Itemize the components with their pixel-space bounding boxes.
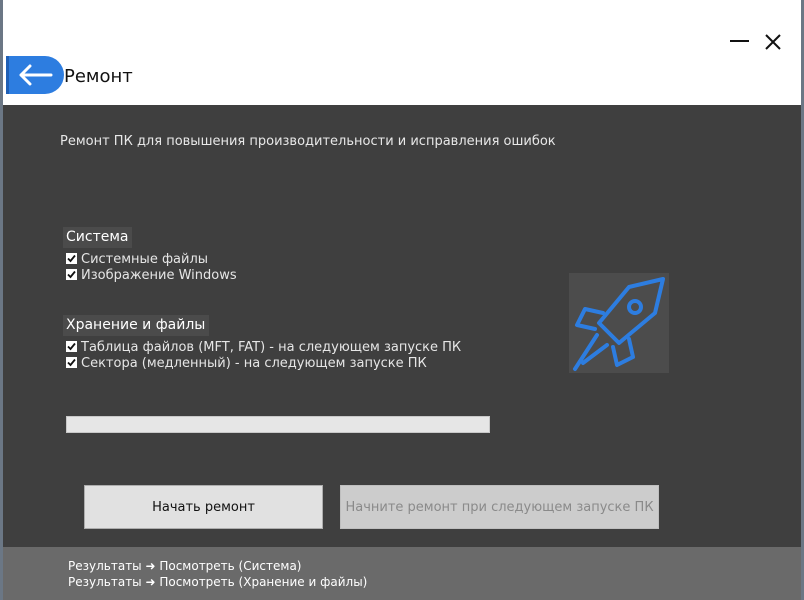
- close-button[interactable]: [761, 30, 785, 54]
- minimize-icon: [730, 40, 749, 42]
- checkbox-label: Таблица файлов (MFT, FAT) - на следующем…: [81, 340, 462, 355]
- back-button[interactable]: [6, 56, 64, 94]
- checkbox-windows-image[interactable]: Изображение Windows: [66, 268, 237, 284]
- checkbox-checked-icon[interactable]: [66, 357, 77, 368]
- checkbox-label: Сектора (медленный) - на следующем запус…: [81, 356, 427, 371]
- checkbox-checked-icon[interactable]: [66, 269, 77, 280]
- checkbox-checked-icon[interactable]: [66, 341, 77, 352]
- checkbox-label: Изображение Windows: [81, 268, 237, 283]
- progress-bar: [66, 416, 490, 433]
- checkbox-system-files[interactable]: Системные файлы: [66, 252, 208, 268]
- footer: Результаты ➜ Посмотреть (Система) Резуль…: [3, 547, 801, 600]
- results-system-link[interactable]: Результаты ➜ Посмотреть (Система): [68, 559, 301, 573]
- section-title-storage: Хранение и файлы: [63, 315, 210, 336]
- page-subtitle: Ремонт ПК для повышения производительнос…: [60, 134, 556, 149]
- checkbox-sectors[interactable]: Сектора (медленный) - на следующем запус…: [66, 356, 427, 372]
- checkbox-file-table[interactable]: Таблица файлов (MFT, FAT) - на следующем…: [66, 340, 461, 356]
- start-next-boot-button[interactable]: Начните ремонт при следующем запуске ПК: [340, 485, 659, 529]
- repair-window: Ремонт Ремонт ПК для повышения производи…: [3, 0, 801, 600]
- minimize-button[interactable]: [728, 30, 752, 54]
- close-icon: [765, 34, 781, 50]
- title-bar: Ремонт: [3, 0, 801, 105]
- rocket-illustration: [569, 273, 669, 373]
- section-title-system: Система: [63, 227, 133, 248]
- arrow-left-icon: [19, 64, 53, 86]
- checkbox-label: Системные файлы: [81, 252, 209, 267]
- page-title: Ремонт: [64, 66, 133, 87]
- results-storage-link[interactable]: Результаты ➜ Посмотреть (Хранение и файл…: [68, 575, 367, 589]
- rocket-icon: [573, 277, 665, 371]
- checkbox-checked-icon[interactable]: [66, 253, 77, 264]
- start-repair-button[interactable]: Начать ремонт: [84, 485, 323, 529]
